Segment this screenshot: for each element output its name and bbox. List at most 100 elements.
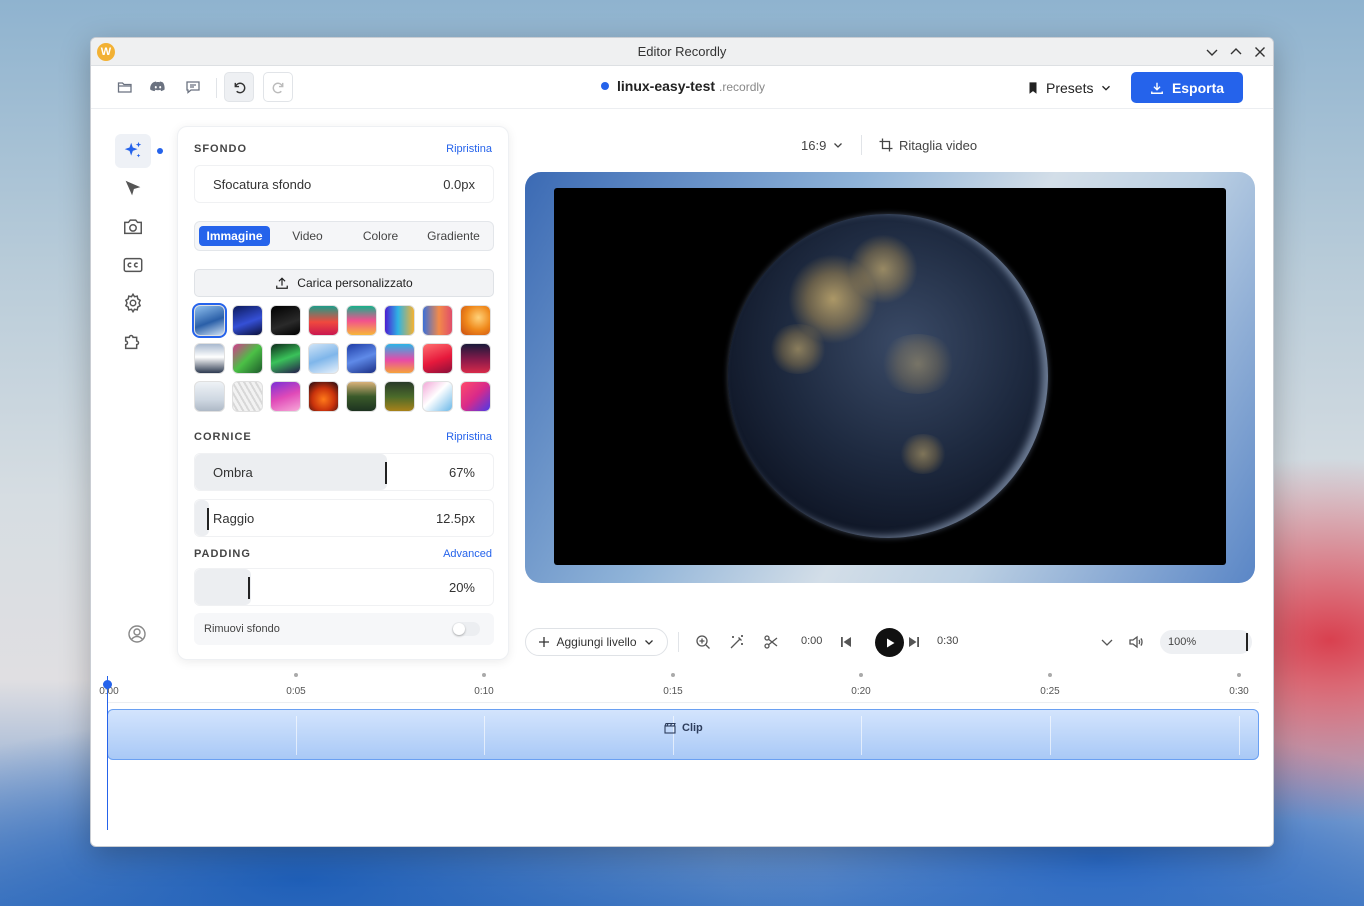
wallpaper-thumbnail[interactable] [308,305,339,336]
download-icon [1150,82,1163,94]
close-icon[interactable] [1252,44,1268,60]
wallpaper-thumbnail[interactable] [194,381,225,412]
feedback-icon[interactable] [181,75,205,99]
chevron-down-icon [644,640,653,645]
tab-gradient[interactable]: Gradiente [418,226,489,246]
project-name: linux-easy-test [617,78,716,94]
play-button[interactable] [875,628,904,657]
shadow-slider[interactable]: Ombra 67% [194,453,494,491]
background-reset-link[interactable]: Ripristina [446,143,492,155]
remove-background-row: Rimuovi sfondo [194,613,494,645]
tick-marker [294,673,298,677]
sidebar-item-settings[interactable] [115,286,151,320]
playhead[interactable] [103,676,112,830]
sidebar-item-plugins[interactable] [115,324,151,358]
frame-reset-link[interactable]: Ripristina [446,431,492,443]
padding-slider-handle[interactable] [248,577,250,599]
tick-marker [859,673,863,677]
playhead-handle[interactable] [103,680,112,689]
video-frame[interactable] [554,188,1226,565]
wallpaper-thumbnail[interactable] [346,343,377,374]
skip-forward-icon[interactable] [906,634,922,650]
maximize-icon[interactable] [1228,44,1244,60]
undo-button[interactable] [224,72,254,102]
wallpaper-thumbnail[interactable] [232,381,263,412]
wallpaper-thumbnail[interactable] [194,343,225,374]
wallpaper-thumbnail[interactable] [346,381,377,412]
video-clip[interactable]: Clip [107,709,1259,760]
wallpaper-thumbnail[interactable] [192,303,227,338]
magic-wand-icon[interactable] [729,634,745,650]
playback-controls: Aggiungi livello 0:00 0:30 100% [525,628,1255,658]
sidebar-item-background[interactable] [115,134,151,168]
radius-slider[interactable]: Raggio 12.5px [194,499,494,537]
timeline[interactable]: 0:00 0:05 0:10 0:15 0:20 0:25 0:30 Clip [99,668,1259,838]
wallpaper-thumbnail[interactable] [460,305,491,336]
wallpaper-thumbnail[interactable] [422,381,453,412]
zoom-value: 100% [1168,636,1197,648]
chevron-down-icon [834,143,843,148]
background-blur-field[interactable]: Sfocatura sfondo 0.0px [194,165,494,203]
tick-marker [1048,673,1052,677]
wallpaper-thumbnail[interactable] [460,381,491,412]
timeline-ruler [107,702,1259,703]
add-layer-button[interactable]: Aggiungi livello [525,628,668,656]
wallpaper-thumbnail[interactable] [460,343,491,374]
radius-slider-handle[interactable] [207,508,209,530]
wallpaper-thumbnail[interactable] [422,343,453,374]
presets-dropdown[interactable]: Presets [1026,77,1113,99]
zoom-slider[interactable]: 100% [1160,630,1252,654]
wallpaper-thumbnail[interactable] [384,305,415,336]
sidebar-item-captions[interactable] [115,248,151,282]
wallpaper-thumbnail[interactable] [308,381,339,412]
radius-label: Raggio [213,511,255,526]
padding-slider[interactable]: 20% [194,568,494,606]
aspect-ratio-dropdown[interactable]: 16:9 [801,136,844,154]
blur-value: 0.0px [443,177,475,192]
sidebar-item-cursor[interactable] [115,172,151,206]
tab-color[interactable]: Colore [345,226,416,246]
minimize-icon[interactable] [1204,44,1220,60]
shadow-slider-handle[interactable] [385,462,387,484]
zoom-slider-handle[interactable] [1246,633,1248,651]
tick-label: 0:05 [286,686,306,697]
sidebar-item-camera[interactable] [115,210,151,244]
export-button[interactable]: Esporta [1131,72,1243,103]
tick-marker [482,673,486,677]
tick-label: 0:25 [1040,686,1060,697]
puzzle-icon [124,334,140,350]
export-label: Esporta [1171,79,1225,96]
crop-video-button[interactable]: Ritaglia video [879,136,977,154]
wallpaper-thumbnail[interactable] [270,381,301,412]
account-icon[interactable] [127,624,149,646]
tab-video[interactable]: Video [272,226,343,246]
wallpaper-thumbnail[interactable] [232,343,263,374]
wallpaper-thumbnail[interactable] [384,381,415,412]
clip-label: Clip [682,722,703,734]
wallpaper-thumbnail[interactable] [384,343,415,374]
background-type-tabs: Immagine Video Colore Gradiente [194,221,494,251]
wallpaper-thumbnail[interactable] [232,305,263,336]
wallpaper-thumbnail[interactable] [346,305,377,336]
wallpaper-thumbnail[interactable] [308,343,339,374]
redo-button[interactable] [263,72,293,102]
volume-icon[interactable] [1128,634,1144,650]
skip-back-icon[interactable] [838,634,854,650]
padding-advanced-link[interactable]: Advanced [443,548,492,560]
wallpaper-thumbnail[interactable] [422,305,453,336]
upload-custom-button[interactable]: Carica personalizzato [194,269,494,297]
chevron-down-icon [1102,85,1111,91]
wallpaper-thumbnail[interactable] [270,305,301,336]
camera-icon [124,219,142,235]
wallpaper-thumbnail[interactable] [270,343,301,374]
folder-open-icon[interactable] [113,75,137,99]
active-indicator [157,148,163,154]
remove-background-label: Rimuovi sfondo [204,623,280,635]
tab-image[interactable]: Immagine [199,226,270,246]
scissors-icon[interactable] [763,634,779,650]
settings-icon [124,292,142,314]
remove-background-toggle[interactable] [452,622,480,636]
chevron-down-icon[interactable] [1099,634,1115,650]
zoom-in-icon[interactable] [695,634,711,650]
discord-icon[interactable] [146,75,170,99]
